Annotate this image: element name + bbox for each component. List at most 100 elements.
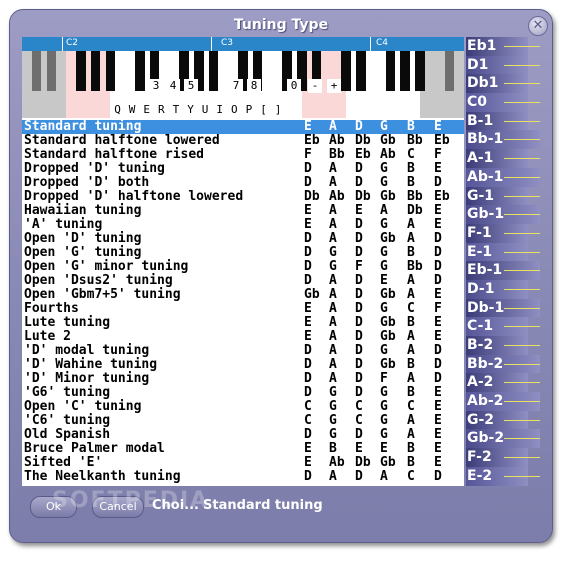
tuning-row[interactable]: Dropped 'D' halftone lowered Db Ab Db Gb Bb Eb bbox=[22, 190, 464, 204]
string-note: D bbox=[434, 273, 442, 288]
piano-keyboard[interactable]: 3 4 5 7 8 0- + Q W E R T Y U I O P [] bbox=[22, 51, 464, 119]
tuning-row[interactable]: Open 'Dsus2' tuning D A D E A D bbox=[22, 274, 464, 288]
tuning-row[interactable]: 'A' tuning E A D G A E bbox=[22, 218, 464, 232]
string-note: E bbox=[304, 455, 312, 470]
string-note: Gb bbox=[380, 231, 396, 246]
tuning-row[interactable]: Standard tuning E A D G B E bbox=[22, 120, 464, 134]
tuning-row[interactable]: 'C6' tuning C G C G A E bbox=[22, 414, 464, 428]
string-note: A bbox=[329, 343, 337, 358]
tuning-row[interactable]: Dropped 'D' both D A D G B D bbox=[22, 176, 464, 190]
scale-note: A-2 bbox=[466, 373, 540, 393]
string-note: D bbox=[355, 161, 363, 176]
string-note: D bbox=[355, 427, 363, 442]
string-note: D bbox=[304, 343, 312, 358]
tuning-name: Open 'D' tuning bbox=[24, 231, 142, 246]
string-note: A bbox=[329, 119, 337, 134]
tuning-row[interactable]: 'G6' tuning D G D G B E bbox=[22, 386, 464, 400]
string-note: E bbox=[434, 203, 442, 218]
string-note: Gb bbox=[380, 455, 396, 470]
black-key[interactable] bbox=[90, 51, 101, 91]
octave-ruler: C2 C3 C4 bbox=[22, 37, 464, 51]
tuning-row[interactable]: Fourths E A D G C F bbox=[22, 302, 464, 316]
string-note: A bbox=[329, 203, 337, 218]
octave-tick bbox=[211, 37, 212, 51]
letter-key-label: Y bbox=[187, 103, 194, 116]
string-note: D bbox=[355, 231, 363, 246]
scale-note-label: Ab-1 bbox=[467, 168, 504, 185]
string-note: B bbox=[407, 161, 415, 176]
tuning-row[interactable]: The Neelkanth tuning D A D A C D bbox=[22, 470, 464, 484]
string-note: A bbox=[407, 273, 415, 288]
letter-key-label: ] bbox=[274, 103, 282, 116]
tuning-name: 'D' modal tuning bbox=[24, 343, 150, 358]
black-key[interactable] bbox=[385, 51, 396, 91]
tuning-row[interactable]: Open 'C' tuning C G C G C E bbox=[22, 400, 464, 414]
string-note: F bbox=[304, 147, 312, 162]
string-note: D bbox=[434, 175, 442, 190]
tuning-row[interactable]: Standard halftone rised F Bb Eb Ab C F bbox=[22, 148, 464, 162]
tuning-row[interactable]: Old Spanish D G D G A E bbox=[22, 428, 464, 442]
scale-line bbox=[504, 438, 540, 440]
string-note: D bbox=[434, 357, 442, 372]
string-note: A bbox=[407, 287, 415, 302]
black-key[interactable] bbox=[356, 51, 366, 91]
string-note: G bbox=[380, 385, 388, 400]
string-note: G bbox=[380, 399, 388, 414]
string-note: B bbox=[407, 455, 415, 470]
black-key[interactable] bbox=[444, 51, 454, 91]
string-note: Gb bbox=[380, 329, 396, 344]
black-key[interactable] bbox=[400, 51, 410, 91]
string-note: Ab bbox=[329, 133, 345, 148]
black-key[interactable] bbox=[76, 51, 86, 91]
scale-note-label: Bb-2 bbox=[467, 355, 504, 372]
tuning-list[interactable]: Standard tuning E A D G B E Standard halftone l… bbox=[22, 120, 464, 484]
tuning-row[interactable]: 'D' Wahine tuning D A D Gb B D bbox=[22, 358, 464, 372]
string-note: D bbox=[304, 259, 312, 274]
black-key[interactable] bbox=[208, 51, 219, 91]
tuning-row[interactable]: 'D' Minor tuning D A D F A D bbox=[22, 372, 464, 386]
tuning-row[interactable]: Open 'G' tuning D G D G B D bbox=[22, 246, 464, 260]
string-note: D bbox=[355, 315, 363, 330]
string-note: G bbox=[380, 301, 388, 316]
string-note: A bbox=[329, 301, 337, 316]
string-note: B bbox=[407, 175, 415, 190]
letter-key-label: O bbox=[230, 103, 238, 116]
scale-note: Eb1 bbox=[466, 37, 540, 56]
close-icon[interactable]: ✕ bbox=[528, 16, 548, 36]
tuning-row[interactable]: 'D' modal tuning D A D G A D bbox=[22, 344, 464, 358]
tuning-row[interactable]: Lute tuning E A D Gb B E bbox=[22, 316, 464, 330]
tuning-row[interactable]: Hawaiian tuning E A E A Db E bbox=[22, 204, 464, 218]
string-note: A bbox=[329, 469, 337, 484]
string-note: G bbox=[329, 385, 337, 400]
number-key-label: 5 bbox=[184, 79, 198, 93]
scale-line bbox=[504, 139, 540, 141]
string-note: E bbox=[434, 427, 442, 442]
black-key[interactable] bbox=[46, 51, 57, 91]
black-key[interactable] bbox=[341, 51, 351, 91]
string-note: D bbox=[355, 371, 363, 386]
black-key[interactable] bbox=[135, 51, 145, 91]
choice-value: Standard tuning bbox=[203, 498, 323, 513]
tuning-name: Open 'Gbm7+5' tuning bbox=[24, 287, 181, 302]
scale-line bbox=[504, 83, 540, 85]
scale-note-label: F-2 bbox=[467, 449, 492, 466]
string-note: D bbox=[304, 371, 312, 386]
tuning-row[interactable]: Dropped 'D' tuning D A D G B E bbox=[22, 162, 464, 176]
black-key[interactable] bbox=[105, 51, 116, 91]
scale-note-label: C0 bbox=[467, 94, 488, 111]
tuning-row[interactable]: Bruce Palmer modal E B E E B E bbox=[22, 442, 464, 456]
scale-line bbox=[504, 46, 540, 47]
tuning-row[interactable]: Lute 2 E A D Gb A E bbox=[22, 330, 464, 344]
tuning-row[interactable]: Open 'Gbm7+5' tuning Gb A D Gb A E bbox=[22, 288, 464, 302]
scale-note-label: G-1 bbox=[467, 187, 495, 204]
black-key[interactable] bbox=[415, 51, 425, 91]
tuning-row[interactable]: Sifted 'E' E Ab Db Gb B E bbox=[22, 456, 464, 470]
tuning-row[interactable]: Open 'D' tuning D A D Gb A D bbox=[22, 232, 464, 246]
string-note: C bbox=[407, 147, 415, 162]
black-key[interactable] bbox=[32, 51, 42, 91]
string-note: E bbox=[434, 441, 442, 456]
string-note: E bbox=[380, 273, 388, 288]
string-note: E bbox=[304, 119, 312, 134]
tuning-row[interactable]: Standard halftone lowered Eb Ab Db Gb Bb Eb bbox=[22, 134, 464, 148]
tuning-row[interactable]: Open 'G' minor tuning D G F G Bb D bbox=[22, 260, 464, 274]
